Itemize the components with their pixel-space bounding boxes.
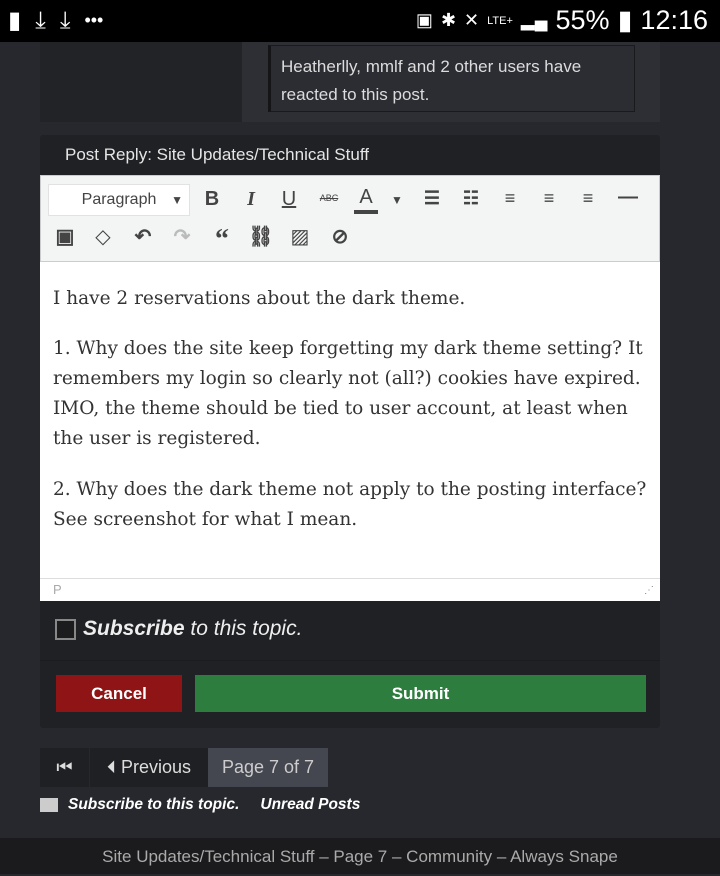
previous-icon: ⏴: [106, 757, 116, 777]
element-path: P: [53, 582, 62, 597]
subscribe-rest: to this topic.: [184, 617, 303, 640]
subscribe-link[interactable]: Subscribe to this topic.: [68, 796, 239, 814]
envelope-icon: [40, 798, 58, 812]
italic-button[interactable]: I: [237, 188, 265, 211]
horizontal-rule-icon[interactable]: —: [614, 186, 642, 209]
resize-handle-icon[interactable]: ⋰: [644, 585, 654, 596]
subscribe-bold: Subscribe: [83, 617, 185, 640]
link-icon[interactable]: ⛓: [247, 224, 275, 249]
post-author-column: [40, 42, 242, 122]
first-page-icon: ⏮: [56, 757, 73, 777]
undo-icon[interactable]: ↶: [129, 224, 157, 249]
redo-icon[interactable]: ↷: [168, 224, 196, 249]
network-label: LTE+: [487, 14, 513, 27]
editor-statusbar: P ⋰: [40, 578, 660, 601]
subscribe-option[interactable]: Subscribe to this topic.: [55, 617, 302, 641]
battery-saver-icon: ▣: [415, 10, 433, 30]
battery-percent: 55%: [555, 5, 610, 35]
topic-links: Subscribe to this topic. Unread Posts: [40, 796, 360, 814]
format-select-value: Paragraph: [81, 191, 157, 208]
preview-hidden-icon[interactable]: ⊘: [326, 224, 354, 249]
puzzle-icon: ▮: [8, 7, 22, 34]
download-icon: ⤓: [59, 6, 71, 34]
paste-text-icon[interactable]: ▣: [51, 224, 79, 249]
bluetooth-icon: ✱: [440, 10, 457, 30]
unread-posts-link[interactable]: Unread Posts: [260, 796, 360, 814]
submit-button[interactable]: Submit: [195, 675, 646, 712]
eraser-icon[interactable]: ◇: [89, 224, 117, 249]
previous-page-button[interactable]: ⏴ Previous: [90, 748, 208, 787]
first-page-button[interactable]: ⏮: [40, 748, 89, 787]
align-left-icon[interactable]: ≡: [496, 188, 524, 209]
panel-title: Post Reply: Site Updates/Technical Stuff: [65, 145, 369, 164]
align-center-icon[interactable]: ≡: [535, 188, 563, 209]
mute-icon: ✕: [464, 10, 480, 30]
bold-button[interactable]: B: [198, 188, 226, 211]
text-color-button[interactable]: A: [354, 186, 378, 214]
editor-body[interactable]: I have 2 reservations about the dark the…: [40, 262, 660, 578]
page-title-footer: Site Updates/Technical Stuff – Page 7 – …: [0, 838, 720, 874]
align-right-icon[interactable]: ≡: [574, 188, 602, 209]
strikethrough-button[interactable]: ABC: [315, 193, 343, 203]
bullet-list-icon[interactable]: ☰: [418, 188, 446, 209]
reactions-summary[interactable]: Heatherlly, mmlf and 2 other users have …: [268, 45, 635, 112]
signal-icon: ▂▄: [520, 10, 548, 30]
editor-toolbar: Paragraph ▼ B I U ABC A ▼ ☰ ☷ ≡ ≡ ≡ — ▣ ◇…: [40, 175, 660, 262]
more-icon: •••: [84, 10, 104, 30]
current-page-indicator[interactable]: Page 7 of 7: [208, 748, 328, 787]
battery-icon: ▮: [617, 5, 633, 35]
image-icon[interactable]: ▨: [286, 224, 314, 249]
editor-paragraph: 2. Why does the dark theme not apply to …: [53, 479, 647, 530]
cancel-button[interactable]: Cancel: [56, 675, 182, 712]
previous-label: Previous: [120, 757, 192, 777]
underline-button[interactable]: U: [275, 188, 303, 211]
text-color-dropdown-icon[interactable]: ▼: [383, 193, 411, 207]
blockquote-icon[interactable]: “: [208, 224, 236, 256]
divider: [40, 660, 660, 661]
post: Heatherlly, mmlf and 2 other users have …: [40, 42, 660, 122]
clock: 12:16: [640, 5, 708, 35]
editor-paragraph: 1. Why does the site keep forgetting my …: [53, 338, 643, 449]
status-bar: ▮ ⤓ ⤓ ••• ▣ ✱ ✕ LTE+ ▂▄ 55% ▮ 12:16: [0, 0, 720, 42]
caret-down-icon: ▼: [171, 193, 183, 207]
format-select[interactable]: Paragraph ▼: [48, 184, 190, 216]
download-icon: ⤓: [35, 6, 46, 34]
editor-paragraph: I have 2 reservations about the dark the…: [53, 288, 466, 309]
numbered-list-icon[interactable]: ☷: [457, 188, 485, 209]
subscribe-checkbox[interactable]: [55, 618, 76, 640]
